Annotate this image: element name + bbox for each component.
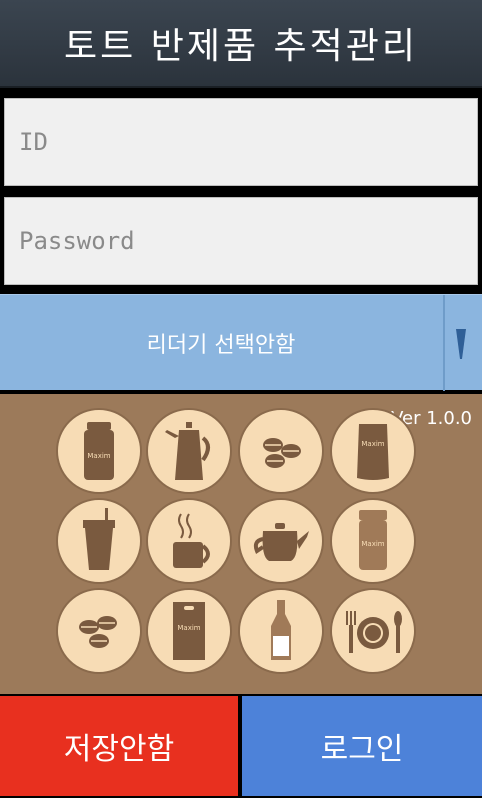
dropdown-divider bbox=[443, 295, 445, 391]
dropdown-arrow-icon[interactable] bbox=[456, 329, 466, 359]
plate-cutlery-icon bbox=[330, 588, 416, 674]
login-form: 리더기 선택안함 bbox=[0, 90, 482, 391]
brand-text: Maxim bbox=[361, 440, 384, 448]
hot-mug-icon bbox=[146, 498, 232, 584]
coffee-beans-icon bbox=[238, 408, 324, 494]
save-off-button[interactable]: 저장안함 bbox=[0, 696, 238, 796]
page-title: 토트 반제품 추적관리 bbox=[64, 26, 418, 67]
takeout-cup-icon bbox=[56, 498, 142, 584]
coffee-banner: Ver 1.0.0 Maxim Maxim Maxim Maxim bbox=[0, 394, 482, 694]
id-field-container[interactable] bbox=[4, 98, 478, 186]
brand-text: Maxim bbox=[87, 452, 110, 460]
title-bar: 토트 반제품 추적관리 bbox=[0, 0, 482, 88]
brand-text: Maxim bbox=[361, 540, 384, 548]
brand-text: Maxim bbox=[177, 624, 200, 632]
coffee-beans-icon bbox=[56, 588, 142, 674]
password-input[interactable] bbox=[19, 227, 477, 255]
password-field-container[interactable] bbox=[4, 197, 478, 285]
coffee-bag-icon: Maxim bbox=[146, 588, 232, 674]
bottom-action-bar: 저장안함 로그인 bbox=[0, 694, 482, 798]
coffee-jar-icon: Maxim bbox=[56, 408, 142, 494]
reader-select-dropdown[interactable]: 리더기 선택안함 bbox=[0, 294, 482, 391]
syrup-bottle-icon bbox=[238, 588, 324, 674]
id-input[interactable] bbox=[19, 128, 477, 156]
login-button[interactable]: 로그인 bbox=[242, 696, 482, 796]
coffee-pouch-icon: Maxim bbox=[330, 408, 416, 494]
reader-select-value: 리더기 선택안함 bbox=[146, 333, 296, 358]
teapot-icon bbox=[238, 498, 324, 584]
coffee-jar-icon: Maxim bbox=[330, 498, 416, 584]
coffee-pot-icon bbox=[146, 408, 232, 494]
